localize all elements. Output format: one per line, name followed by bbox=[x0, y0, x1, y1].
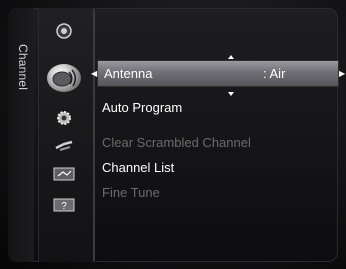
menu-list: Auto Program Clear Scrambled Channel Cha… bbox=[94, 8, 338, 262]
auto-program-menu-item[interactable]: Auto Program bbox=[102, 100, 182, 115]
right-arrow-icon: ▶ bbox=[339, 69, 346, 78]
menu-title: Channel bbox=[16, 44, 30, 91]
svg-text:?: ? bbox=[61, 201, 67, 212]
channel-satellite-icon[interactable] bbox=[47, 64, 81, 92]
channel-list-menu-item[interactable]: Channel List bbox=[102, 160, 174, 175]
setup-gear-icon[interactable] bbox=[51, 109, 77, 129]
icon-column: ? bbox=[38, 8, 94, 262]
fine-tune-menu-item: Fine Tune bbox=[102, 185, 160, 200]
input-plug-icon[interactable] bbox=[51, 138, 77, 158]
clear-scrambled-channel-menu-item: Clear Scrambled Channel bbox=[102, 135, 251, 150]
application-icon[interactable] bbox=[51, 167, 77, 187]
support-help-icon[interactable]: ? bbox=[51, 198, 77, 218]
picture-icon[interactable] bbox=[51, 22, 77, 42]
tv-menu-screen: Channel ? Antenna : Air ◀ ▶ Auto Program… bbox=[0, 0, 346, 269]
